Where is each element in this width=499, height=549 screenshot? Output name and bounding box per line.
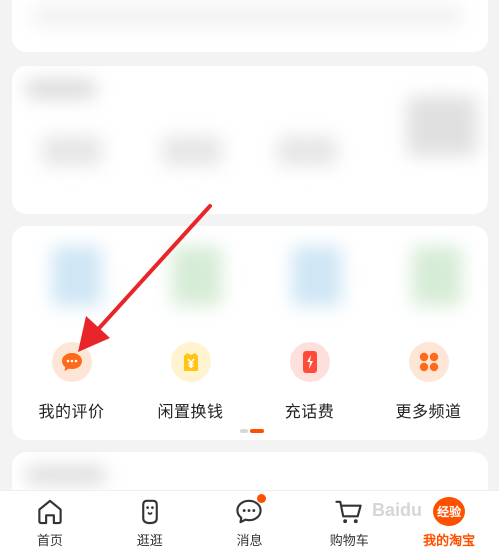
page-indicator xyxy=(240,429,264,433)
home-icon xyxy=(38,499,62,525)
guangguang-icon xyxy=(141,499,158,525)
avatar-icon: 经验 xyxy=(433,497,466,526)
blurred-content xyxy=(172,246,222,306)
blurred-content xyxy=(32,6,462,26)
tab-label: 逛逛 xyxy=(136,533,163,548)
blurred-recommend-card xyxy=(12,66,488,214)
blurred-content xyxy=(52,246,102,306)
tool-label: 我的评价 xyxy=(38,404,105,421)
baidu-watermark: Baidu xyxy=(372,500,423,520)
tool-label: 充话费 xyxy=(284,404,335,421)
blurred-content xyxy=(292,246,342,306)
tab-label: 我的淘宝 xyxy=(423,533,476,548)
tab-guangguang[interactable]: 逛逛 xyxy=(100,491,200,549)
blurred-content xyxy=(407,96,477,156)
tool-recharge[interactable]: 充话费 xyxy=(250,336,369,426)
blurred-content xyxy=(26,466,106,484)
bottom-tab-bar: 首页 逛逛 消息 购物车 经验 我的淘宝 xyxy=(0,490,499,549)
tab-label: 首页 xyxy=(36,533,63,548)
blurred-content xyxy=(162,136,222,166)
tool-label: 闲置换钱 xyxy=(157,404,224,421)
blurred-content xyxy=(42,136,102,166)
tool-label: 更多频道 xyxy=(395,404,462,421)
chat-bubble-icon xyxy=(51,342,92,382)
tools-card: 我的评价 闲置换钱 充话费 更多频道 xyxy=(12,226,488,440)
blurred-content xyxy=(412,246,462,306)
blurred-content xyxy=(277,136,337,166)
grid-dots-icon xyxy=(408,342,449,382)
phone-charge-icon xyxy=(289,342,330,382)
experience-bubble-text: 经验 xyxy=(437,505,462,519)
blurred-content xyxy=(26,80,96,98)
top-card xyxy=(12,0,488,52)
tab-label: 购物车 xyxy=(329,533,369,548)
yuan-bag-icon xyxy=(170,342,211,382)
tab-home[interactable]: 首页 xyxy=(0,491,100,549)
tool-my-reviews[interactable]: 我的评价 xyxy=(12,336,131,426)
page-dot xyxy=(240,429,248,433)
tool-more-channels[interactable]: 更多频道 xyxy=(369,336,488,426)
tab-messages[interactable]: 消息 xyxy=(200,491,300,549)
tab-label: 消息 xyxy=(236,533,263,548)
unread-badge-dot xyxy=(257,494,267,503)
cart-icon xyxy=(335,500,362,524)
page-dot-active xyxy=(250,429,264,433)
tools-row: 我的评价 闲置换钱 充话费 更多频道 xyxy=(12,336,488,426)
tool-idle-exchange[interactable]: 闲置换钱 xyxy=(131,336,250,426)
